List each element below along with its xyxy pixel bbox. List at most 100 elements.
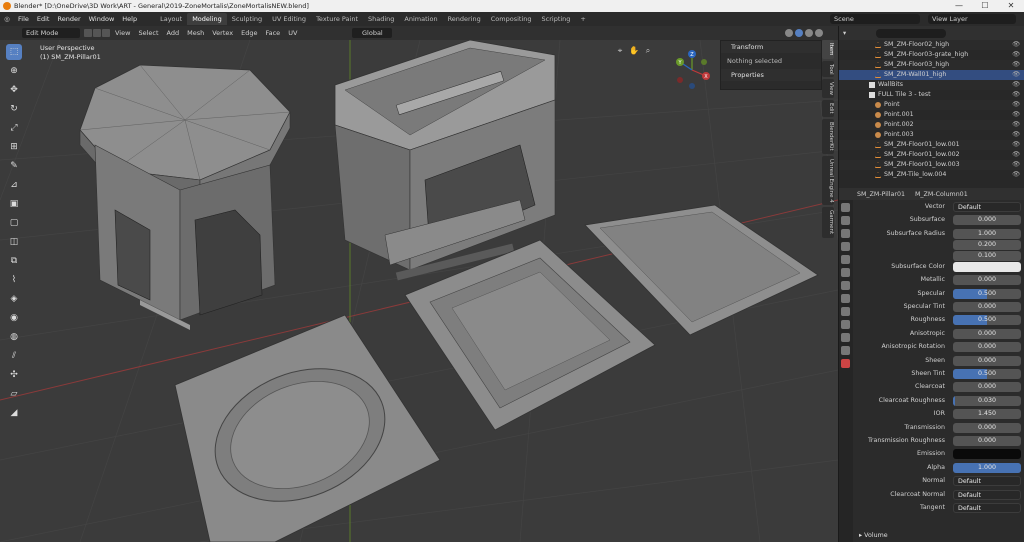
property-field[interactable]: 0.200 [953, 239, 1021, 250]
loop-cut-icon[interactable]: ⧉ [6, 253, 22, 269]
property-field[interactable]: 0.000 [953, 355, 1021, 366]
tab-sculpting[interactable]: Sculpting [227, 13, 267, 25]
modifier-tab-icon[interactable] [841, 294, 850, 303]
property-field[interactable]: 0.000 [953, 422, 1021, 433]
maximize-button[interactable]: ☐ [972, 0, 998, 12]
visibility-eye-icon[interactable]: 👁 [1012, 160, 1020, 170]
outliner-row[interactable]: FULL Tile 3 - test 👁 [839, 90, 1024, 100]
visibility-eye-icon[interactable]: 👁 [1012, 50, 1020, 60]
visibility-eye-icon[interactable]: 👁 [1012, 130, 1020, 140]
outliner-row[interactable]: Point.002 👁 [839, 120, 1024, 130]
property-field[interactable]: 0.000 [953, 302, 1021, 312]
outliner-row[interactable]: SM_ZM-Tile_low.004 👁 [839, 170, 1024, 180]
outliner-row[interactable]: SM_ZM-Floor01_low.003 👁 [839, 160, 1024, 170]
cursor-icon[interactable]: ⊕ [6, 63, 22, 79]
outliner-row[interactable]: SM_ZM-Floor02_high 👁 [839, 40, 1024, 50]
tab-shading[interactable]: Shading [363, 13, 399, 25]
transform-section[interactable]: Transform [721, 41, 821, 53]
visibility-eye-icon[interactable]: 👁 [1012, 110, 1020, 120]
sidebar-tab-unreal-engine-4[interactable]: Unreal Engine 4 [822, 155, 834, 206]
tool-tab-icon[interactable] [841, 203, 850, 212]
edge-select-icon[interactable] [93, 29, 101, 37]
menu-item-window[interactable]: Window [85, 15, 119, 23]
property-field[interactable]: Default [953, 476, 1021, 487]
property-field[interactable]: 0.100 [953, 250, 1021, 261]
scene-tab-icon[interactable] [841, 255, 850, 264]
tab-scripting[interactable]: Scripting [537, 13, 576, 25]
outliner-row[interactable]: SM_ZM-Floor03_high 👁 [839, 60, 1024, 70]
close-button[interactable]: ✕ [998, 0, 1024, 12]
menu-item-edit[interactable]: Edit [33, 15, 54, 23]
property-field[interactable] [953, 449, 1021, 460]
data-tab-icon[interactable] [841, 346, 850, 355]
move-icon[interactable]: ✥ [6, 82, 22, 98]
viewport-menu-view[interactable]: View [111, 29, 134, 37]
physics-tab-icon[interactable] [841, 320, 850, 329]
constraints-tab-icon[interactable] [841, 333, 850, 342]
menu-item-help[interactable]: Help [118, 15, 141, 23]
outliner-row[interactable]: SM_ZM-Floor03-grate_high 👁 [839, 50, 1024, 60]
tab-modeling[interactable]: Modeling [187, 13, 227, 25]
viewport-menu-add[interactable]: Add [163, 29, 184, 37]
view-layer-tab-icon[interactable] [841, 242, 850, 251]
neg-x-axis-icon[interactable] [677, 77, 683, 83]
tab-animation[interactable]: Animation [399, 13, 442, 25]
property-field[interactable]: 0.000 [953, 342, 1021, 353]
render-tab-icon[interactable] [841, 216, 850, 225]
sidebar-tab-edit[interactable]: Edit [822, 100, 834, 117]
view-layer-selector[interactable]: View Layer [928, 14, 1016, 24]
tab-rendering[interactable]: Rendering [443, 13, 486, 25]
tab-layout[interactable]: Layout [155, 13, 187, 25]
world-tab-icon[interactable] [841, 268, 850, 277]
visibility-eye-icon[interactable]: 👁 [1012, 120, 1020, 130]
property-field[interactable]: 0.500 [953, 315, 1021, 326]
property-field[interactable]: 0.000 [953, 328, 1021, 339]
face-select-icon[interactable] [102, 29, 110, 37]
visibility-eye-icon[interactable]: 👁 [1012, 140, 1020, 150]
3d-viewport[interactable]: User Perspective (1) SM_ZM-Pillar01 ⌖ ✋ … [0, 40, 838, 542]
rotate-icon[interactable]: ↻ [6, 101, 22, 117]
blender-menu-icon[interactable]: ◎ [0, 15, 14, 23]
outliner-row[interactable]: SM_ZM-Floor01_low.001 👁 [839, 140, 1024, 150]
viewport-menu-mesh[interactable]: Mesh [183, 29, 208, 37]
outliner-row[interactable]: SM_ZM-Floor01_low.002 👁 [839, 150, 1024, 160]
rip-icon[interactable]: ◢ [6, 405, 22, 421]
visibility-eye-icon[interactable]: 👁 [1012, 60, 1020, 70]
property-field[interactable]: 0.030 [953, 395, 1021, 406]
neg-z-axis-icon[interactable] [689, 83, 695, 89]
edge-slide-icon[interactable]: ⫽ [6, 348, 22, 364]
shear-icon[interactable]: ▱ [6, 386, 22, 402]
knife-icon[interactable]: ⌇ [6, 272, 22, 288]
visibility-eye-icon[interactable]: 👁 [1012, 170, 1020, 180]
outliner-row[interactable]: SM_ZM-Wall01_high 👁 [839, 70, 1024, 80]
property-field[interactable]: Default [953, 202, 1021, 212]
shrink-fatten-icon[interactable]: ✣ [6, 367, 22, 383]
property-field[interactable]: 0.500 [953, 369, 1021, 379]
visibility-eye-icon[interactable]: 👁 [1012, 80, 1020, 90]
property-field[interactable]: 0.500 [953, 288, 1021, 299]
sidebar-tab-view[interactable]: View [822, 79, 834, 99]
wireframe-shading-icon[interactable] [785, 29, 793, 37]
property-field[interactable]: 1.000 [953, 228, 1021, 239]
menu-item-file[interactable]: File [14, 15, 33, 23]
select-box-icon[interactable]: ⬚ [6, 44, 22, 60]
material-shading-icon[interactable] [805, 29, 813, 37]
sidebar-tab-tool[interactable]: Tool [822, 60, 834, 78]
zoom-icon[interactable]: ⌕ [642, 46, 654, 58]
outliner-row[interactable]: Point.001 👁 [839, 110, 1024, 120]
property-field[interactable]: Default [953, 503, 1021, 513]
neg-y-axis-icon[interactable] [701, 59, 707, 65]
pan-hand-icon[interactable]: ✋ [628, 46, 640, 58]
transform-icon[interactable]: ⊞ [6, 139, 22, 155]
outliner-row[interactable]: WallBits 👁 [839, 80, 1024, 90]
property-field[interactable]: Default [953, 489, 1021, 500]
property-field[interactable] [953, 261, 1021, 272]
viewport-menu-vertex[interactable]: Vertex [208, 29, 237, 37]
property-field[interactable]: 0.000 [953, 275, 1021, 286]
sidebar-tab-blenderkit[interactable]: BlenderKit [822, 118, 834, 154]
property-field[interactable]: 1.450 [953, 409, 1021, 420]
property-field[interactable]: 1.000 [953, 462, 1021, 473]
add-workspace-button[interactable]: + [575, 13, 590, 25]
menu-item-render[interactable]: Render [53, 15, 84, 23]
sidebar-tab-item[interactable]: Item [822, 40, 834, 59]
